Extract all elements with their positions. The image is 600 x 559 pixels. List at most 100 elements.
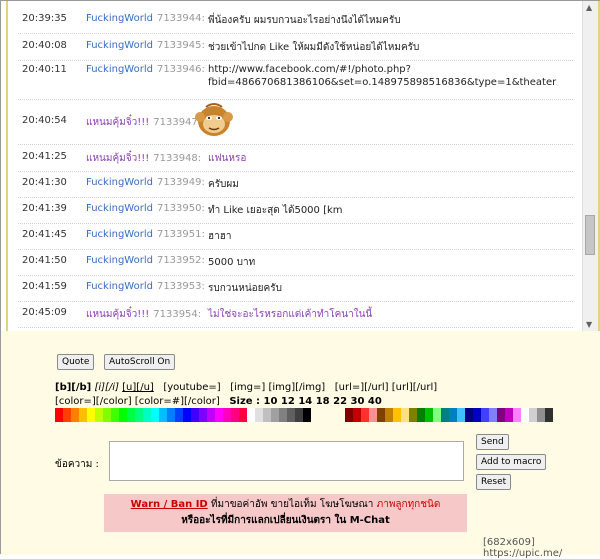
message-user[interactable]: FuckingWorld 7133946: <box>86 64 205 75</box>
scroll-down-icon[interactable]: ▼ <box>586 320 592 329</box>
message-user[interactable]: FuckingWorld 7133952: <box>86 255 205 266</box>
message-user[interactable]: แหนมคุ้มจิ๋ว!!! 7133954: <box>86 307 201 322</box>
color-palette-right[interactable] <box>345 408 553 422</box>
color-swatch[interactable] <box>175 408 183 422</box>
warn-ban-link[interactable]: Warn / Ban ID <box>131 499 208 510</box>
bbcode-italic[interactable]: [i][/i] <box>94 382 119 393</box>
color-swatch[interactable] <box>255 408 263 422</box>
reset-button[interactable]: Reset <box>476 474 512 490</box>
username[interactable]: FuckingWorld <box>86 64 153 75</box>
color-swatch[interactable] <box>409 408 417 422</box>
add-to-macro-button[interactable]: Add to macro <box>476 454 547 470</box>
message-user[interactable]: FuckingWorld 7133950: <box>86 203 205 214</box>
color-swatch[interactable] <box>295 408 303 422</box>
color-swatch[interactable] <box>103 408 111 422</box>
bbcode-url-eq[interactable]: [url=][/url] <box>335 382 389 393</box>
color-swatch[interactable] <box>271 408 279 422</box>
color-swatch[interactable] <box>513 408 521 422</box>
color-swatch[interactable] <box>345 408 353 422</box>
color-swatch[interactable] <box>207 408 215 422</box>
color-swatch[interactable] <box>473 408 481 422</box>
color-swatch[interactable] <box>489 408 497 422</box>
username[interactable]: FuckingWorld <box>86 203 153 214</box>
color-swatch[interactable] <box>521 408 529 422</box>
color-swatch[interactable] <box>385 408 393 422</box>
color-swatch[interactable] <box>159 408 167 422</box>
color-swatch[interactable] <box>401 408 409 422</box>
color-swatch[interactable] <box>143 408 151 422</box>
color-swatch[interactable] <box>215 408 223 422</box>
color-swatch[interactable] <box>199 408 207 422</box>
username[interactable]: FuckingWorld <box>86 281 153 292</box>
bbcode-bold[interactable]: [b][/b] <box>55 382 91 393</box>
color-swatch[interactable] <box>393 408 401 422</box>
color-swatch[interactable] <box>135 408 143 422</box>
autoscroll-button[interactable]: AutoScroll On <box>104 354 176 370</box>
username[interactable]: FuckingWorld <box>86 229 153 240</box>
message-user[interactable]: FuckingWorld 7133949: <box>86 177 205 188</box>
color-swatch[interactable] <box>361 408 369 422</box>
username[interactable]: FuckingWorld <box>86 40 153 51</box>
color-swatch[interactable] <box>151 408 159 422</box>
color-swatch[interactable] <box>303 408 311 422</box>
message-user[interactable]: แหนมคุ้มจิ๋ว!!! 7133948: <box>86 151 201 166</box>
color-swatch[interactable] <box>433 408 441 422</box>
color-swatch[interactable] <box>55 408 63 422</box>
bbcode-underline[interactable]: [u][/u] <box>122 382 154 393</box>
color-swatch[interactable] <box>377 408 385 422</box>
color-swatch[interactable] <box>191 408 199 422</box>
color-swatch[interactable] <box>95 408 103 422</box>
color-swatch[interactable] <box>465 408 473 422</box>
color-swatch[interactable] <box>247 408 255 422</box>
color-swatch[interactable] <box>71 408 79 422</box>
color-swatch[interactable] <box>449 408 457 422</box>
bbcode-size[interactable]: Size : 10 12 14 18 22 30 40 <box>229 396 382 407</box>
send-button[interactable]: Send <box>476 434 509 450</box>
message-user[interactable]: FuckingWorld 7133951: <box>86 229 205 240</box>
chat-scrollbar[interactable]: ▲ ▼ <box>582 1 598 331</box>
color-swatch[interactable] <box>505 408 513 422</box>
color-swatch[interactable] <box>87 408 95 422</box>
message-user[interactable]: FuckingWorld 7133945: <box>86 40 205 51</box>
color-swatch[interactable] <box>369 408 377 422</box>
color-swatch[interactable] <box>127 408 135 422</box>
bbcode-img-eq[interactable]: [img=] <box>230 382 265 393</box>
color-swatch[interactable] <box>63 408 71 422</box>
color-swatch[interactable] <box>223 408 231 422</box>
color-swatch[interactable] <box>497 408 505 422</box>
username[interactable]: FuckingWorld <box>86 177 153 188</box>
message-input[interactable] <box>109 441 464 481</box>
username[interactable]: แหนมคุ้มจิ๋ว!!! <box>86 117 149 128</box>
scroll-thumb[interactable] <box>585 215 595 255</box>
color-swatch[interactable] <box>111 408 119 422</box>
username[interactable]: แหนมคุ้มจิ๋ว!!! <box>86 153 149 164</box>
scroll-up-icon[interactable]: ▲ <box>586 3 592 12</box>
bbcode-img[interactable]: [img][/img] <box>268 382 325 393</box>
color-palette-left[interactable] <box>55 408 311 422</box>
bbcode-url[interactable]: [url][/url] <box>392 382 437 393</box>
message-user[interactable]: FuckingWorld 7133944: <box>86 13 205 24</box>
color-swatch[interactable] <box>79 408 87 422</box>
bbcode-youtube[interactable]: [youtube=] <box>163 382 220 393</box>
message-user[interactable]: แหนมคุ้มจิ๋ว!!! 7133947: <box>86 115 201 130</box>
color-swatch[interactable] <box>441 408 449 422</box>
bbcode-color-hex[interactable]: [color=#][/color] <box>135 396 220 407</box>
color-swatch[interactable] <box>457 408 465 422</box>
color-swatch[interactable] <box>119 408 127 422</box>
username[interactable]: FuckingWorld <box>86 13 153 24</box>
color-swatch[interactable] <box>231 408 239 422</box>
username[interactable]: FuckingWorld <box>86 255 153 266</box>
chat-log[interactable]: 20:39:35 FuckingWorld 7133944: พี่น้องครับ … <box>6 1 600 333</box>
color-swatch[interactable] <box>239 408 247 422</box>
color-swatch[interactable] <box>545 408 553 422</box>
color-swatch[interactable] <box>263 408 271 422</box>
color-swatch[interactable] <box>183 408 191 422</box>
color-swatch[interactable] <box>537 408 545 422</box>
color-swatch[interactable] <box>353 408 361 422</box>
color-swatch[interactable] <box>417 408 425 422</box>
username[interactable]: แหนมคุ้มจิ๋ว!!! <box>86 309 149 320</box>
color-swatch[interactable] <box>481 408 489 422</box>
color-swatch[interactable] <box>425 408 433 422</box>
color-swatch[interactable] <box>279 408 287 422</box>
color-swatch[interactable] <box>529 408 537 422</box>
